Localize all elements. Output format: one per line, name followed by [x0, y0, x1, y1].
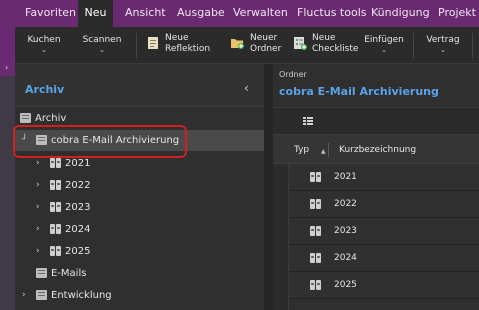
- neue-reflektion-button[interactable]: Neue Reflektion: [145, 27, 221, 64]
- folder-caption: Ordner: [279, 70, 307, 79]
- chevron-down-icon: ⌄: [381, 46, 387, 54]
- toolbar-divider: [136, 33, 137, 59]
- folder-toolbar: [273, 107, 479, 134]
- panel-splitter[interactable]: [264, 64, 273, 310]
- neue-reflektion-line2: Reflektion: [165, 44, 211, 54]
- binder-icon: [310, 226, 321, 236]
- folder-content-panel: Ordner cobra E-Mail Archivierung Typ ▲ K…: [273, 64, 479, 310]
- app-window: Favoriten Neu Ansicht Ausgabe Verwalten …: [0, 0, 479, 310]
- binder-icon: [310, 172, 321, 182]
- new-folder-icon: [231, 39, 244, 49]
- binder-icon: [50, 224, 61, 234]
- neue-checkliste-line1: Neue: [312, 33, 336, 43]
- tab-fluctus-tools[interactable]: Fluctus tools: [291, 0, 372, 27]
- kuchen-dropdown[interactable]: Kuchen ⌄: [26, 27, 62, 64]
- neue-reflektion-line1: Neue: [165, 33, 189, 43]
- tree-item-2023[interactable]: › 2023: [15, 197, 264, 218]
- tree-item-2025[interactable]: › 2025: [15, 241, 264, 262]
- table-row[interactable]: 2023: [289, 218, 479, 245]
- einfuegen-dropdown[interactable]: Einfügen ⌄: [363, 27, 405, 64]
- document-icon: [148, 37, 158, 49]
- neuer-ordner-button[interactable]: Neuer Ordner: [229, 27, 285, 64]
- chevron-down-icon: ⌄: [99, 46, 105, 54]
- tree-item-2024[interactable]: › 2024: [15, 219, 264, 240]
- binder-icon: [310, 199, 321, 209]
- tree-item-label: 2022: [65, 180, 91, 191]
- table-row[interactable]: 2021: [289, 164, 479, 191]
- scannen-dropdown[interactable]: Scannen ⌄: [82, 27, 122, 64]
- cabinet-icon: [36, 290, 47, 300]
- chevron-down-icon: ⌄: [41, 46, 47, 54]
- expand-icon[interactable]: ›: [22, 285, 26, 306]
- column-header-typ[interactable]: Typ: [294, 135, 309, 165]
- tree-item-label: E-Mails: [51, 268, 87, 279]
- list-view-icon[interactable]: [303, 117, 313, 126]
- chevron-left-icon[interactable]: ‹: [244, 81, 249, 95]
- cell-kurzbezeichnung: 2021: [334, 172, 357, 182]
- expand-icon[interactable]: ›: [36, 175, 40, 196]
- vertrag-dropdown[interactable]: Vertrag ⌄: [423, 27, 463, 64]
- cell-kurzbezeichnung: 2023: [334, 226, 357, 236]
- grid-row-header-strip: [273, 164, 289, 310]
- archive-panel-header: Archiv ‹: [15, 64, 264, 107]
- archive-panel-title: Archiv: [25, 83, 65, 96]
- tab-ansicht[interactable]: Ansicht: [119, 0, 172, 27]
- table-row[interactable]: 2022: [289, 191, 479, 218]
- sort-icon[interactable]: ▲: [321, 137, 326, 167]
- tab-projekt[interactable]: Projekt: [432, 0, 479, 27]
- neue-checkliste-button[interactable]: Neue Checkliste: [292, 27, 358, 64]
- toolbar-divider: [413, 33, 414, 59]
- chevron-right-icon[interactable]: ›: [5, 63, 8, 72]
- tab-favoriten[interactable]: Favoriten: [19, 0, 82, 27]
- window-edge: ›: [0, 0, 15, 310]
- tab-verwalten[interactable]: Verwalten: [227, 0, 294, 27]
- grid-header: Typ ▲ Kurzbezeichnung: [273, 134, 479, 164]
- neuer-ordner-line1: Neuer: [250, 33, 278, 43]
- neue-checkliste-line2: Checkliste: [312, 44, 359, 54]
- ribbon-tab-bar: Favoriten Neu Ansicht Ausgabe Verwalten …: [0, 0, 479, 27]
- tree-item-label: 2023: [65, 202, 91, 213]
- cell-kurzbezeichnung: 2025: [334, 280, 357, 290]
- cabinet-icon: [20, 113, 31, 123]
- tab-ausgabe[interactable]: Ausgabe: [171, 0, 231, 27]
- ribbon-toolbar: Kuchen ⌄ Scannen ⌄ Neue Reflektion Neuer…: [15, 27, 479, 64]
- tree-item-emails[interactable]: E-Mails: [15, 263, 264, 284]
- table-row[interactable]: 2024: [289, 245, 479, 272]
- tree-item-entwicklung[interactable]: › Entwicklung: [15, 285, 264, 306]
- binder-icon: [310, 253, 321, 263]
- binder-icon: [50, 202, 61, 212]
- kuchen-label: Kuchen: [27, 35, 61, 45]
- chevron-down-icon: ⌄: [440, 46, 446, 54]
- binder-icon: [50, 158, 61, 168]
- expand-icon[interactable]: ›: [36, 219, 40, 240]
- expand-icon[interactable]: ›: [36, 197, 40, 218]
- checklist-icon: [294, 37, 307, 50]
- neuer-ordner-line2: Ordner: [250, 44, 282, 54]
- table-row[interactable]: 2025: [289, 272, 479, 299]
- binder-icon: [50, 180, 61, 190]
- vertrag-label: Vertrag: [426, 35, 460, 45]
- binder-icon: [310, 280, 321, 290]
- cell-kurzbezeichnung: 2024: [334, 253, 357, 263]
- scannen-label: Scannen: [82, 35, 122, 45]
- archive-tree-panel: Archiv ‹ Archiv ┘ cobra E-Mail Archivier…: [15, 64, 264, 310]
- toolbar-divider: [472, 33, 473, 59]
- einfuegen-label: Einfügen: [364, 35, 404, 45]
- expand-icon[interactable]: ›: [36, 241, 40, 262]
- cabinet-icon: [36, 268, 47, 278]
- folder-title: cobra E-Mail Archivierung: [279, 85, 439, 98]
- column-divider[interactable]: [328, 143, 329, 157]
- column-header-kurzbezeichnung[interactable]: Kurzbezeichnung: [339, 135, 416, 165]
- cell-kurzbezeichnung: 2022: [334, 199, 357, 209]
- tree-item-2022[interactable]: › 2022: [15, 175, 264, 196]
- tab-kuendigung[interactable]: Kündigung: [365, 0, 436, 27]
- binder-icon: [50, 246, 61, 256]
- tree-item-label: Entwicklung: [51, 290, 112, 301]
- tab-neu[interactable]: Neu: [78, 0, 113, 27]
- tree-item-label: 2025: [65, 246, 91, 257]
- selection-highlight-box: [13, 125, 187, 158]
- tree-item-label: 2024: [65, 224, 91, 235]
